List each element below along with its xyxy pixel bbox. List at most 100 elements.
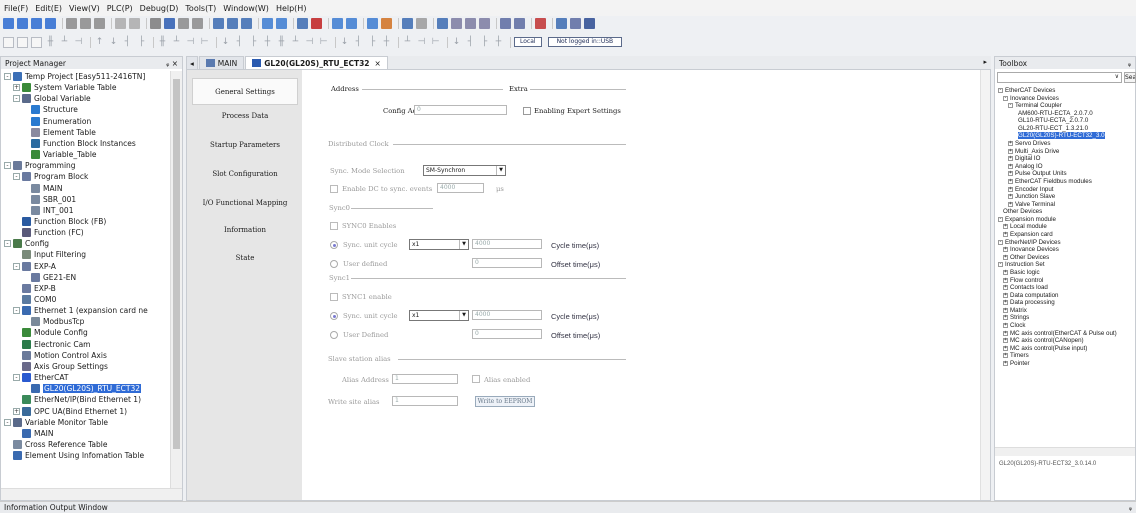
toolbox-item[interactable]: + Basic logic bbox=[1003, 269, 1040, 276]
local-button[interactable]: Local bbox=[514, 37, 542, 47]
pin-icon[interactable]: ᵩ bbox=[1128, 59, 1131, 68]
toolbox-item[interactable]: - EtherNet/IP Devices bbox=[998, 239, 1061, 246]
toolbar-button-icon[interactable] bbox=[367, 17, 378, 29]
tree-item[interactable]: ModbusTcp bbox=[22, 316, 84, 327]
enable-dc-field[interactable]: 4000 bbox=[437, 183, 484, 193]
toolbox-item[interactable]: + Multi_Axis Drive bbox=[1008, 148, 1059, 155]
tree-item[interactable]: - Ethernet 1 (expansion card ne bbox=[13, 305, 148, 316]
tree-item[interactable]: - Programming bbox=[4, 160, 76, 171]
config-addr-field[interactable]: 0 bbox=[414, 105, 507, 115]
menu-item[interactable]: Help(H) bbox=[276, 4, 307, 13]
tree-item[interactable]: Element Using Infomation Table bbox=[4, 450, 144, 461]
menu-item[interactable]: Debug(D) bbox=[140, 4, 179, 13]
tree-item[interactable]: Module Config bbox=[13, 327, 88, 338]
tree-item[interactable]: Motion Control Axis bbox=[13, 350, 107, 361]
ladder-tool-icon[interactable]: ┤ bbox=[465, 37, 476, 48]
toolbar-button-icon[interactable] bbox=[500, 17, 511, 29]
toolbar-button-icon[interactable] bbox=[17, 17, 28, 29]
expand-icon[interactable]: + bbox=[1003, 247, 1008, 253]
toolbar-button-icon[interactable] bbox=[332, 17, 343, 29]
toolbar-button-icon[interactable] bbox=[381, 17, 392, 29]
sync0-user-defined-radio[interactable] bbox=[330, 260, 338, 268]
expand-icon[interactable]: + bbox=[1008, 156, 1013, 162]
tree-item[interactable]: EXP-B bbox=[13, 283, 56, 294]
tab-scroll-right-icon[interactable]: ▸ bbox=[979, 56, 991, 69]
ladder-tool-icon[interactable]: ├ bbox=[367, 37, 378, 48]
collapse-icon[interactable]: - bbox=[13, 262, 20, 270]
toolbox-item[interactable]: GL20-RTU-ECT_1.3.21.0 bbox=[1018, 125, 1088, 132]
toolbox-item[interactable]: + Pulse Output Units bbox=[1008, 170, 1067, 177]
tree-item[interactable]: - Variable Monitor Table bbox=[4, 417, 108, 428]
toolbox-item[interactable]: + Local module bbox=[1003, 223, 1047, 230]
sync-mode-select[interactable]: SM-Synchron ▼ bbox=[423, 165, 506, 176]
expand-icon[interactable]: + bbox=[1008, 148, 1013, 154]
toolbar-button-icon[interactable] bbox=[17, 36, 28, 48]
ladder-tool-icon[interactable]: ┤ bbox=[234, 37, 245, 48]
ladder-tool-icon[interactable]: ╫ bbox=[157, 37, 168, 48]
toolbox-horizontal-scrollbar[interactable] bbox=[995, 447, 1135, 456]
toolbox-item[interactable]: + Digital IO bbox=[1008, 155, 1040, 162]
tree-item[interactable]: MAIN bbox=[22, 183, 62, 194]
toolbox-item[interactable]: - Terminal Coupler bbox=[1008, 102, 1062, 109]
collapse-icon[interactable]: - bbox=[998, 239, 1003, 245]
toolbox-item[interactable]: Other Devices bbox=[1003, 208, 1042, 215]
tree-item[interactable]: Function Block Instances bbox=[22, 138, 136, 149]
toolbox-item[interactable]: + Data computation bbox=[1003, 292, 1059, 299]
ladder-tool-icon[interactable]: ↑ bbox=[94, 37, 105, 48]
toolbar-button-icon[interactable] bbox=[479, 17, 490, 29]
collapse-icon[interactable]: - bbox=[1008, 103, 1013, 109]
toolbox-item[interactable]: - Inovance Devices bbox=[1003, 95, 1059, 102]
expand-icon[interactable]: + bbox=[13, 84, 20, 92]
menu-item[interactable]: View(V) bbox=[69, 4, 100, 13]
toolbar-button-icon[interactable] bbox=[437, 17, 448, 29]
tab-main[interactable]: MAIN bbox=[198, 56, 245, 69]
tree-item[interactable]: Element Table bbox=[22, 127, 96, 138]
collapse-icon[interactable]: - bbox=[4, 162, 11, 170]
ladder-tool-icon[interactable]: ├ bbox=[479, 37, 490, 48]
menu-item[interactable]: File(F) bbox=[4, 4, 28, 13]
toolbox-item[interactable]: - Instruction Set bbox=[998, 261, 1045, 268]
toolbar-button-icon[interactable] bbox=[164, 17, 175, 29]
sync1-enable-checkbox[interactable] bbox=[330, 293, 338, 301]
toolbar-button-icon[interactable] bbox=[570, 17, 581, 29]
toolbox-item[interactable]: + Flow control bbox=[1003, 277, 1043, 284]
tree-item[interactable]: - Temp Project [Easy511-2416TN] bbox=[4, 71, 145, 82]
ladder-tool-icon[interactable]: ↓ bbox=[108, 37, 119, 48]
collapse-icon[interactable]: - bbox=[4, 418, 11, 426]
toolbox-item[interactable]: GL10-RTU-ECTA_2.0.7.0 bbox=[1018, 117, 1088, 124]
alias-address-field[interactable]: 1 bbox=[392, 374, 458, 384]
toolbar-button-icon[interactable] bbox=[213, 17, 224, 29]
tree-item[interactable]: Cross Reference Table bbox=[4, 439, 108, 450]
toolbar-button-icon[interactable] bbox=[66, 17, 77, 29]
nav-state[interactable]: State bbox=[192, 245, 298, 272]
collapse-icon[interactable]: - bbox=[998, 88, 1003, 93]
toolbar-button-icon[interactable] bbox=[3, 36, 14, 48]
tree-item[interactable]: EtherNet/IP(Bind Ethernet 1) bbox=[13, 394, 141, 405]
expand-icon[interactable]: + bbox=[13, 407, 20, 415]
ladder-tool-icon[interactable]: ┴ bbox=[290, 37, 301, 48]
nav-startup-parameters[interactable]: Startup Parameters bbox=[192, 132, 298, 159]
ladder-tool-icon[interactable]: ⊢ bbox=[318, 37, 329, 48]
ladder-tool-icon[interactable]: ↓ bbox=[339, 37, 350, 48]
tree-item[interactable]: MAIN bbox=[13, 428, 53, 439]
ladder-tool-icon[interactable]: ├ bbox=[136, 37, 147, 48]
expand-icon[interactable]: + bbox=[1003, 254, 1008, 260]
expand-icon[interactable]: + bbox=[1003, 330, 1008, 336]
tree-vertical-scrollbar[interactable] bbox=[170, 71, 182, 490]
expand-icon[interactable]: + bbox=[1003, 322, 1008, 328]
tree-item[interactable]: - EtherCAT bbox=[13, 372, 69, 383]
tree-item[interactable]: COM0 bbox=[13, 294, 56, 305]
toolbar-button-icon[interactable] bbox=[276, 17, 287, 29]
nav-information[interactable]: Information bbox=[192, 217, 298, 244]
collapse-icon[interactable]: - bbox=[13, 307, 20, 315]
collapse-icon[interactable]: - bbox=[4, 240, 11, 248]
toolbox-item[interactable]: + EtherCAT Fieldbus modules bbox=[1008, 178, 1092, 185]
expert-settings-checkbox[interactable] bbox=[523, 107, 531, 115]
toolbox-item[interactable]: + Matrix bbox=[1003, 307, 1027, 314]
ladder-tool-icon[interactable]: ┤ bbox=[353, 37, 364, 48]
tree-item[interactable]: - Global Variable bbox=[13, 93, 91, 104]
menu-item[interactable]: Tools(T) bbox=[185, 4, 216, 13]
tree-item[interactable]: Input Filtering bbox=[13, 249, 86, 260]
toolbox-item[interactable]: + Expansion card bbox=[1003, 231, 1053, 238]
toolbox-item[interactable]: + MC axis control(CANopen) bbox=[1003, 337, 1084, 344]
